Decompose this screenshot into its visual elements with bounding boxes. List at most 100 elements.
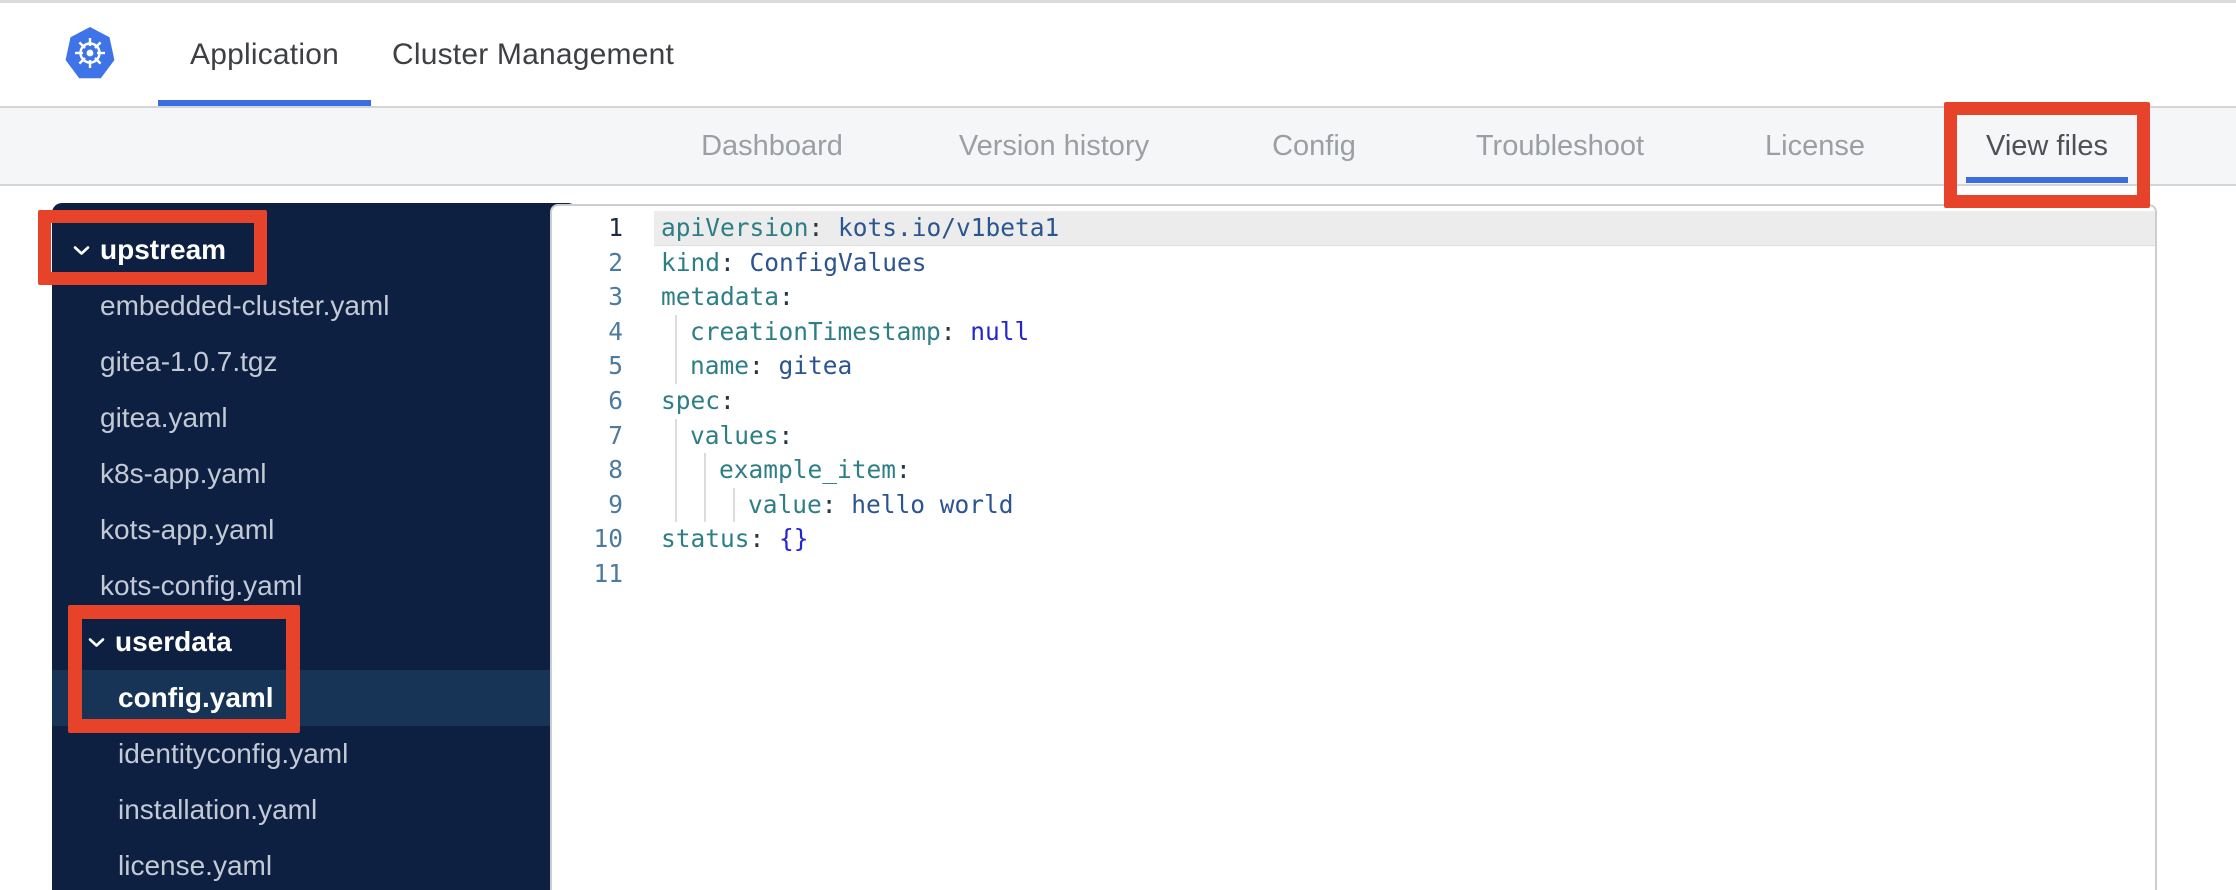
- tree-file-kots-app.yaml[interactable]: kots-app.yaml: [52, 502, 578, 558]
- tree-file-gitea-1.0.7.tgz[interactable]: gitea-1.0.7.tgz: [52, 334, 578, 390]
- token-key: creationTimestamp: [690, 316, 941, 346]
- token-val: kots.io/v1beta1: [838, 213, 1060, 242]
- tab-application[interactable]: Application: [158, 3, 371, 106]
- app-header: Application Cluster Management: [0, 0, 2236, 106]
- tree-file-installation.yaml[interactable]: installation.yaml: [52, 782, 578, 838]
- token-key: value: [748, 489, 822, 519]
- tree-file-k8s-app.yaml[interactable]: k8s-app.yaml: [52, 446, 578, 502]
- line-number: 9: [608, 489, 623, 519]
- code-line-7: 7 values:: [552, 418, 2155, 454]
- token-val: hello world: [851, 489, 1014, 519]
- token-atom: null: [970, 316, 1030, 346]
- code-line-text: metadata:: [654, 280, 2155, 315]
- token-colon: :: [808, 213, 839, 242]
- code-line-text: name: gitea: [654, 349, 2155, 384]
- tree-item-label: embedded-cluster.yaml: [100, 290, 390, 321]
- token-key: example_item: [719, 455, 897, 485]
- code-line-text: spec:: [654, 384, 2155, 419]
- code-line-text: values:: [654, 418, 2155, 454]
- line-number: 7: [608, 420, 623, 450]
- token-colon: :: [896, 455, 911, 485]
- tab-cluster-management[interactable]: Cluster Management: [392, 3, 674, 106]
- tree-item-label: k8s-app.yaml: [100, 458, 267, 489]
- token-colon: :: [749, 351, 779, 381]
- code-line-text: value: hello world: [654, 487, 2155, 523]
- line-number: 6: [608, 385, 623, 415]
- file-tree: upstream embedded-cluster.yaml gitea-1.0.7…: [52, 203, 578, 890]
- line-number: 1: [608, 213, 623, 242]
- line-number: 8: [608, 455, 623, 485]
- yaml-file-viewer[interactable]: 1 apiVersion: kots.io/v1beta1 2 kind: Confi…: [550, 204, 2157, 890]
- subnav-tab-dashboard[interactable]: Dashboard: [701, 108, 843, 184]
- kots-admin-console: Application Cluster Management Dashboard…: [0, 0, 2236, 890]
- subnav-tab-troubleshoot[interactable]: Troubleshoot: [1476, 108, 1644, 184]
- subnav-tab-config[interactable]: Config: [1272, 108, 1356, 184]
- token-colon: :: [779, 282, 794, 312]
- line-number: 5: [608, 351, 623, 381]
- code-line-text: example_item:: [654, 453, 2155, 488]
- token-key: kind: [661, 247, 721, 277]
- indent-guide: [719, 487, 748, 523]
- token-colon: :: [749, 524, 780, 554]
- tree-item-label: kots-app.yaml: [100, 514, 275, 545]
- code-line-10: 10 status: {}: [552, 522, 2155, 557]
- subnav-tab-version-history[interactable]: Version history: [959, 108, 1149, 184]
- token-key: metadata: [661, 282, 780, 312]
- annotation-box-userdata-config: [68, 605, 300, 733]
- token-key: status: [661, 524, 750, 554]
- indent-guide: [690, 453, 719, 488]
- tree-item-label: license.yaml: [118, 850, 273, 881]
- code-line-text: kind: ConfigValues: [654, 246, 2155, 281]
- tree-file-license.yaml[interactable]: license.yaml: [52, 838, 578, 890]
- token-colon: :: [940, 316, 971, 346]
- line-number: 4: [608, 316, 623, 346]
- token-key: apiVersion: [661, 213, 809, 242]
- line-number: 10: [593, 524, 623, 554]
- code-line-5: 5 name: gitea: [552, 349, 2155, 384]
- indent-guide: [690, 487, 719, 523]
- token-colon: :: [778, 420, 794, 450]
- code-line-11: 11: [552, 557, 2155, 592]
- code-line-4: 4 creationTimestamp: null: [552, 314, 2155, 350]
- code-line-3: 3 metadata:: [552, 280, 2155, 315]
- token-key: name: [690, 351, 750, 381]
- line-number: 11: [593, 558, 623, 588]
- tree-item-label: installation.yaml: [118, 794, 318, 825]
- tree-item-label: kots-config.yaml: [100, 570, 303, 601]
- tree-file-identityconfig.yaml[interactable]: identityconfig.yaml: [52, 726, 578, 782]
- line-number: 3: [608, 282, 623, 312]
- token-val: ConfigValues: [749, 247, 927, 277]
- token-val: gitea: [778, 351, 853, 381]
- tree-item-label: gitea-1.0.7.tgz: [100, 346, 278, 377]
- view-files-content: upstream embedded-cluster.yaml gitea-1.0.7…: [0, 186, 2236, 890]
- token-colon: :: [821, 489, 852, 519]
- code-line-text: status: {}: [654, 522, 2155, 557]
- token-key: values: [690, 420, 779, 450]
- subnav-tab-license[interactable]: License: [1765, 108, 1865, 184]
- tree-item-label: identityconfig.yaml: [118, 738, 349, 769]
- indent-guide: [661, 453, 690, 488]
- indent-guide: [661, 349, 690, 384]
- code-line-text: apiVersion: kots.io/v1beta1: [654, 211, 2155, 246]
- tree-file-embedded-cluster.yaml[interactable]: embedded-cluster.yaml: [52, 278, 578, 334]
- code-line-9: 9 value: hello world: [552, 487, 2155, 523]
- code-line-8: 8 example_item:: [552, 453, 2155, 488]
- indent-guide: [661, 487, 690, 523]
- code-line-1: 1 apiVersion: kots.io/v1beta1: [552, 211, 2155, 246]
- code-line-text: creationTimestamp: null: [654, 314, 2155, 350]
- code-line-2: 2 kind: ConfigValues: [552, 246, 2155, 281]
- token-colon: :: [720, 385, 735, 415]
- line-number: 2: [608, 247, 623, 277]
- tree-item-label: gitea.yaml: [100, 402, 228, 433]
- code-line-6: 6 spec:: [552, 384, 2155, 419]
- token-key: spec: [661, 385, 721, 415]
- token-atom: {}: [779, 524, 809, 554]
- kubernetes-logo-icon: [65, 27, 115, 79]
- annotation-box-view-files: [1944, 102, 2150, 208]
- indent-guide: [661, 418, 690, 454]
- app-level-tabs: Application Cluster Management: [158, 3, 674, 106]
- indent-guide: [661, 314, 690, 350]
- tree-file-gitea.yaml[interactable]: gitea.yaml: [52, 390, 578, 446]
- annotation-box-upstream: [38, 210, 267, 285]
